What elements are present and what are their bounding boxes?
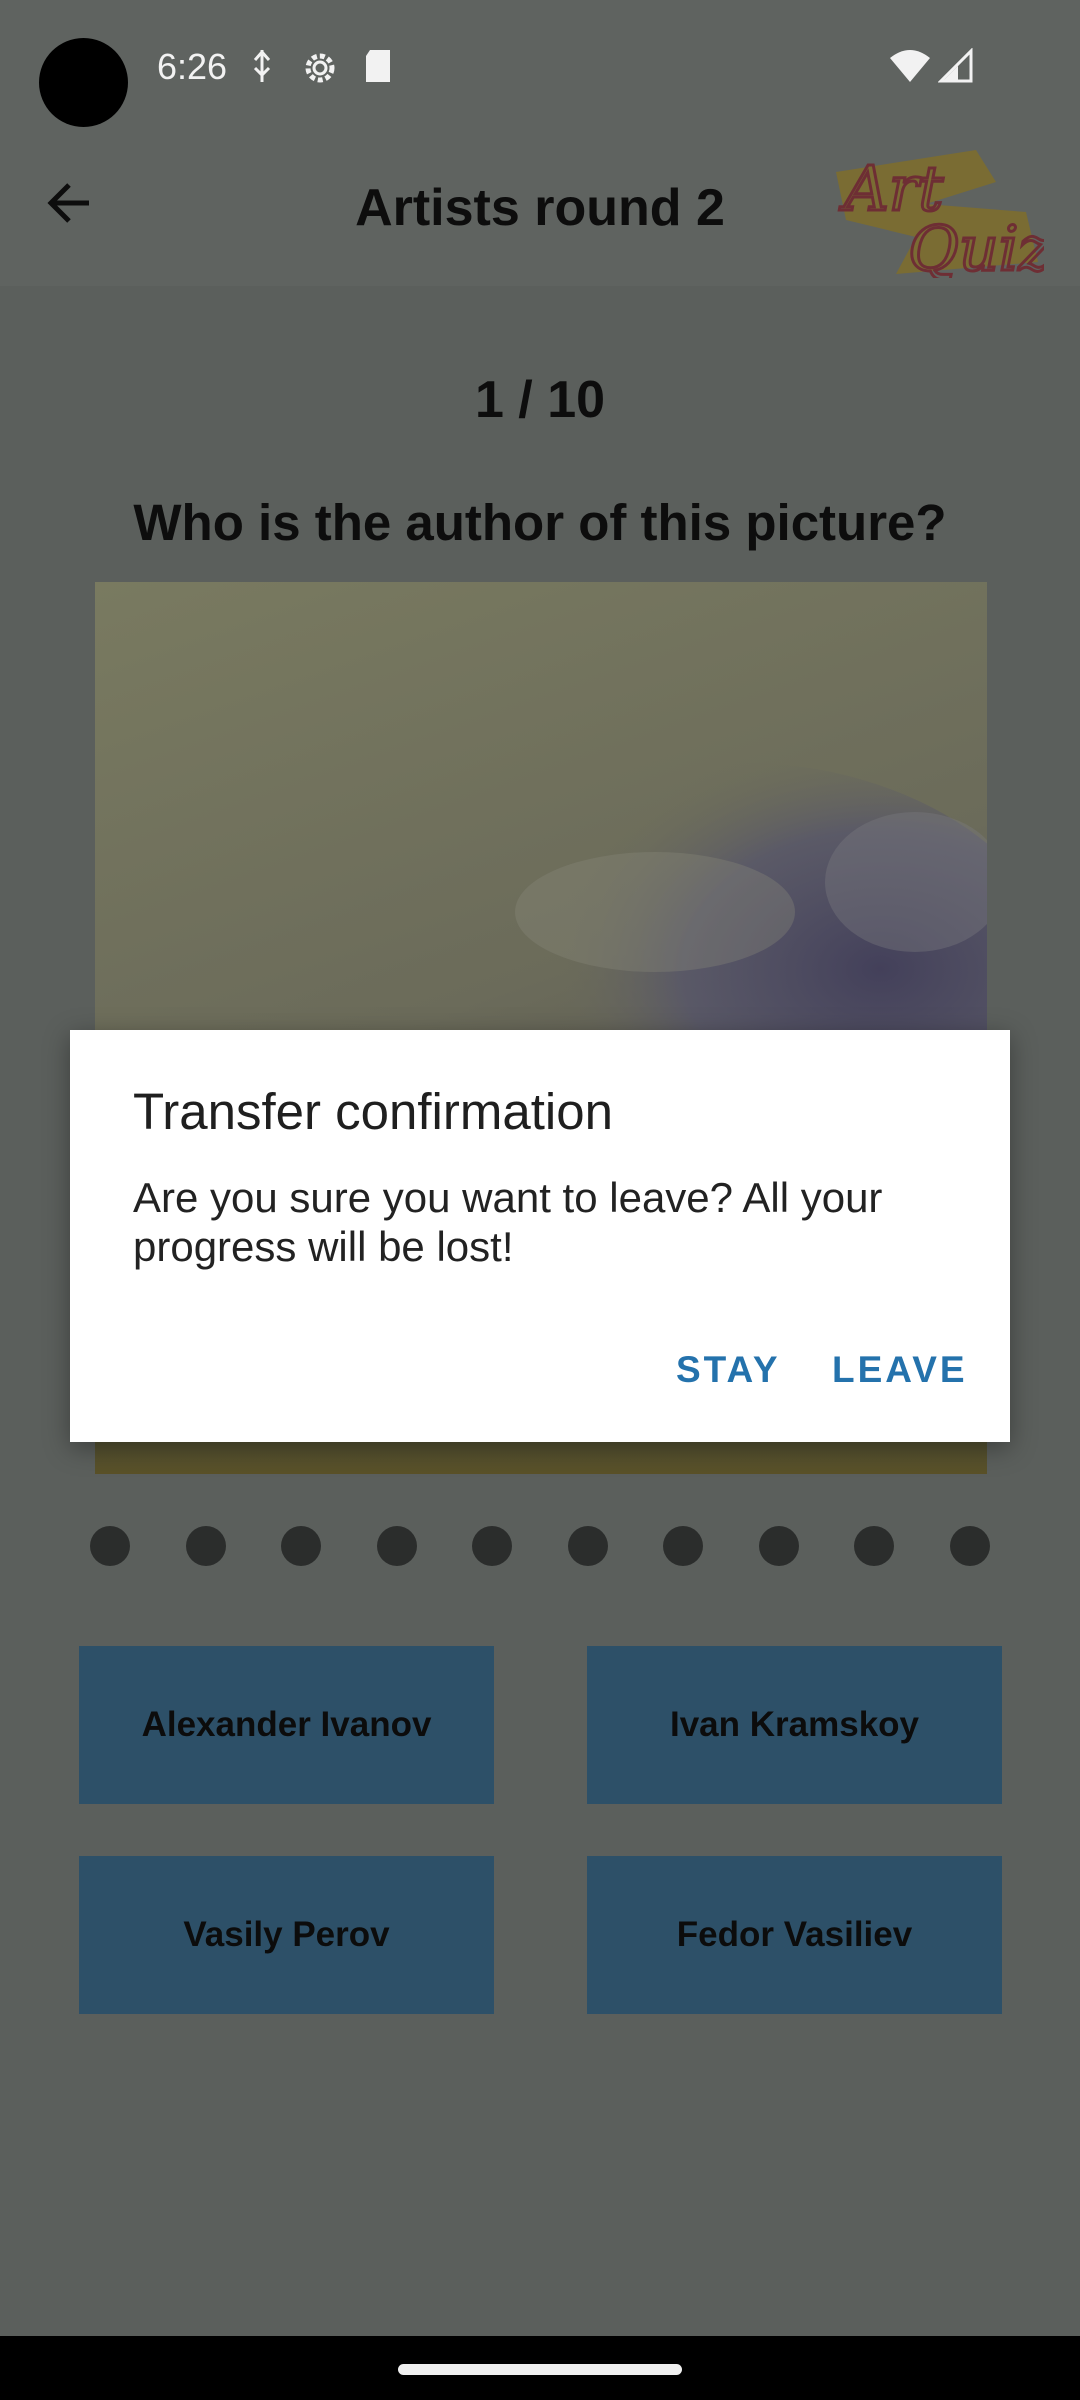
progress-dot	[185, 1526, 226, 1566]
progress-dot	[758, 1526, 799, 1566]
stay-button[interactable]: STAY	[676, 1340, 781, 1400]
settings-gear-icon	[300, 48, 336, 84]
answer-button-3[interactable]: Vasily Perov	[79, 1856, 494, 2014]
progress-dot	[854, 1526, 895, 1566]
answer-button-1[interactable]: Alexander Ivanov	[79, 1646, 494, 1804]
progress-dot	[376, 1526, 417, 1566]
progress-dots	[90, 1526, 990, 1566]
answer-button-2[interactable]: Ivan Kramskoy	[587, 1646, 1002, 1804]
wifi-icon	[888, 48, 930, 84]
leave-confirmation-dialog: Transfer confirmation Are you sure you w…	[70, 1030, 1010, 1442]
leave-button[interactable]: LEAVE	[832, 1340, 968, 1400]
status-bar: 6:26	[0, 0, 1080, 134]
progress-dot	[281, 1526, 322, 1566]
dialog-message: Are you sure you want to leave? All your…	[133, 1174, 883, 1270]
status-time: 6:26	[157, 46, 228, 87]
progress-dot	[472, 1526, 513, 1566]
usb-debug-icon	[247, 48, 283, 84]
question-text: Who is the author of this picture?	[133, 494, 947, 551]
progress-dot	[90, 1526, 130, 1566]
logo-text-quiz: Quiz	[908, 212, 1044, 278]
dialog-title: Transfer confirmation	[133, 1083, 613, 1140]
progress-dot	[567, 1526, 608, 1566]
cell-signal-icon	[937, 47, 974, 84]
sd-card-icon	[362, 48, 398, 84]
art-quiz-logo: Art Quiz	[836, 150, 1044, 278]
question-counter: 1 / 10	[474, 371, 606, 429]
progress-dot	[663, 1526, 704, 1566]
answer-button-4[interactable]: Fedor Vasiliev	[587, 1856, 1002, 2014]
progress-dot	[949, 1526, 990, 1566]
camera-cutout	[39, 38, 128, 127]
home-gesture-handle[interactable]	[398, 2364, 682, 2375]
